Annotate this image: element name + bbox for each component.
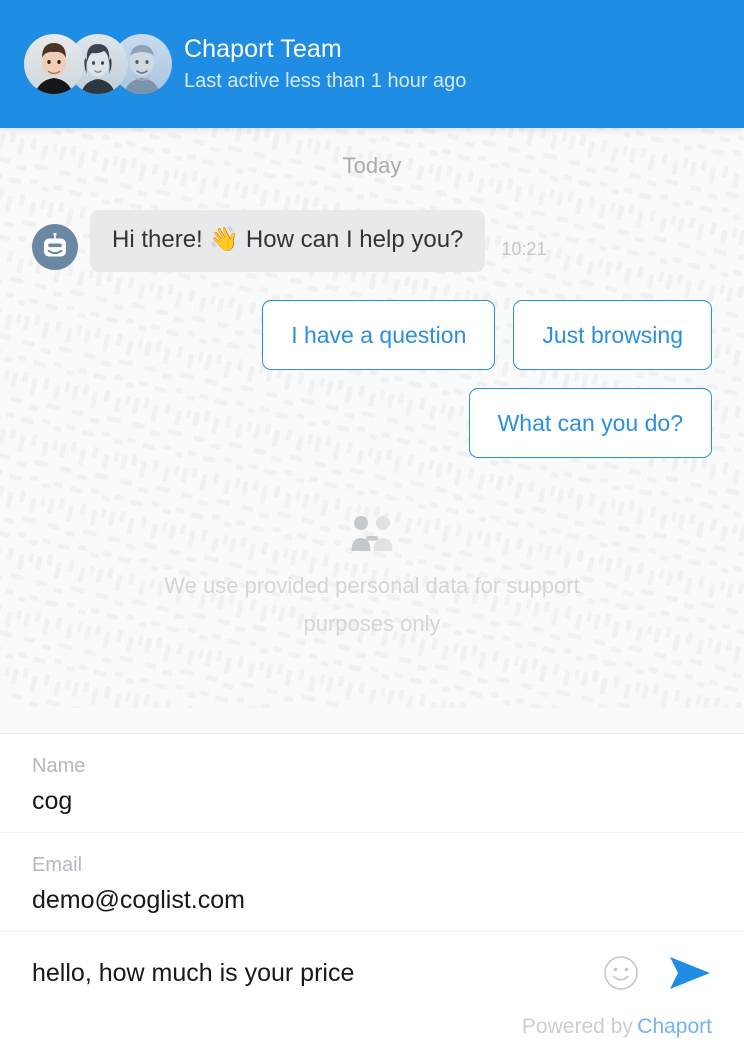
message-composer [0, 932, 744, 1002]
header-text-block: Chaport Team Last active less than 1 hou… [184, 33, 466, 95]
handshake-people-icon [122, 514, 622, 557]
send-paper-plane-icon[interactable] [668, 954, 712, 992]
email-field-row: Email [0, 833, 744, 932]
quick-reply-what-can-you-do[interactable]: What can you do? [468, 388, 712, 458]
chaport-brand-link[interactable]: Chaport [637, 1015, 712, 1038]
robot-icon [32, 224, 78, 270]
prechat-form: Name Email [0, 733, 744, 932]
privacy-notice-text: We use provided personal data for suppor… [164, 573, 580, 636]
name-input[interactable] [32, 784, 712, 818]
quick-reply-just-browsing[interactable]: Just browsing [513, 300, 712, 370]
date-divider: Today [342, 153, 402, 178]
widget-footer: Powered by Chaport [0, 1002, 744, 1060]
chat-widget: Chaport Team Last active less than 1 hou… [0, 0, 744, 1060]
email-input[interactable] [32, 883, 712, 917]
widget-header: Chaport Team Last active less than 1 hou… [0, 0, 744, 128]
email-field-label: Email [32, 854, 83, 876]
bot-message-bubble: Hi there! 👋 How can I help you? [90, 210, 486, 272]
header-title: Chaport Team [184, 35, 342, 63]
smiley-icon[interactable] [602, 954, 640, 992]
message-input[interactable] [32, 956, 602, 990]
quick-reply-have-question[interactable]: I have a question [262, 300, 496, 370]
header-status: Last active less than 1 hour ago [184, 70, 467, 92]
name-field-label: Name [32, 755, 86, 777]
chat-message-area: Today Hi there! 👋 How can I help you? 10… [0, 128, 744, 733]
agent-avatar-1 [24, 34, 84, 94]
name-field-row: Name [0, 734, 744, 833]
bot-message-row: Hi there! 👋 How can I help you? 10:21 [32, 210, 712, 272]
privacy-notice: We use provided personal data for suppor… [32, 514, 712, 643]
bot-message-text: Hi there! 👋 How can I help you? [112, 226, 464, 253]
quick-reply-group: I have a question Just browsing What can… [32, 300, 712, 458]
message-timestamp: 10:21 [501, 239, 547, 259]
chat-content: Today Hi there! 👋 How can I help you? 10… [0, 128, 744, 733]
agent-avatar-group [24, 34, 174, 94]
powered-by-label: Powered by [521, 1015, 633, 1038]
